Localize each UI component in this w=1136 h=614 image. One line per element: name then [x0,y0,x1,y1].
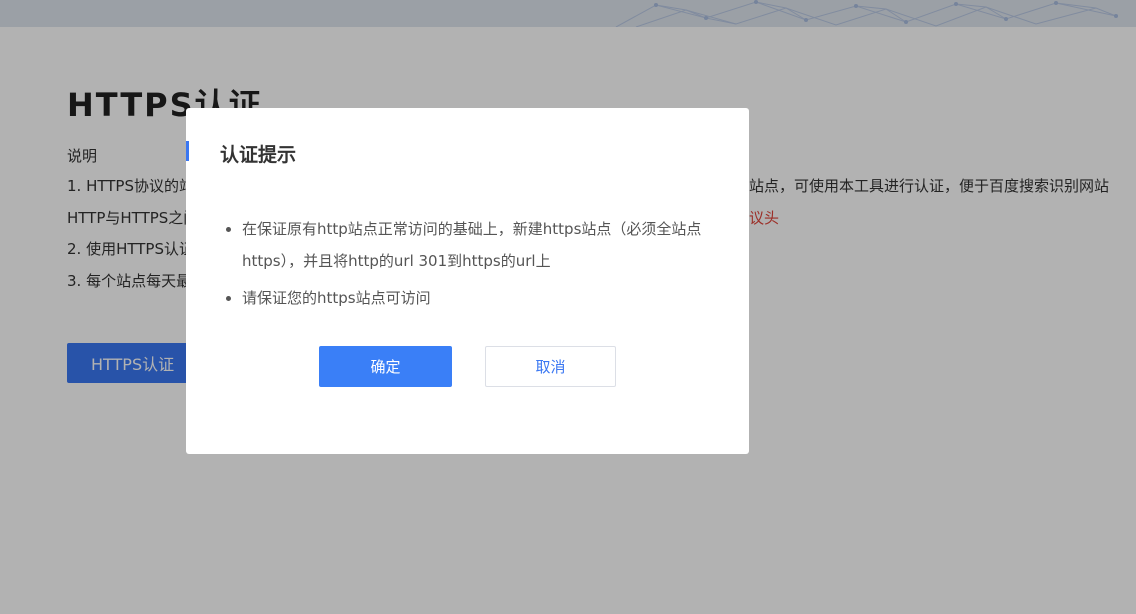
title-accent-bar [186,141,189,161]
list-item: 在保证原有http站点正常访问的基础上，新建https站点（必须全站点https… [242,213,742,277]
cancel-button[interactable]: 取消 [485,346,616,387]
dialog-tips-list: 在保证原有http站点正常访问的基础上，新建https站点（必须全站点https… [226,213,742,319]
list-item: 请保证您的https站点可访问 [242,282,742,314]
confirm-button[interactable]: 确定 [319,346,452,387]
auth-tip-dialog: 认证提示 在保证原有http站点正常访问的基础上，新建https站点（必须全站点… [186,108,749,454]
dialog-title: 认证提示 [220,144,297,166]
